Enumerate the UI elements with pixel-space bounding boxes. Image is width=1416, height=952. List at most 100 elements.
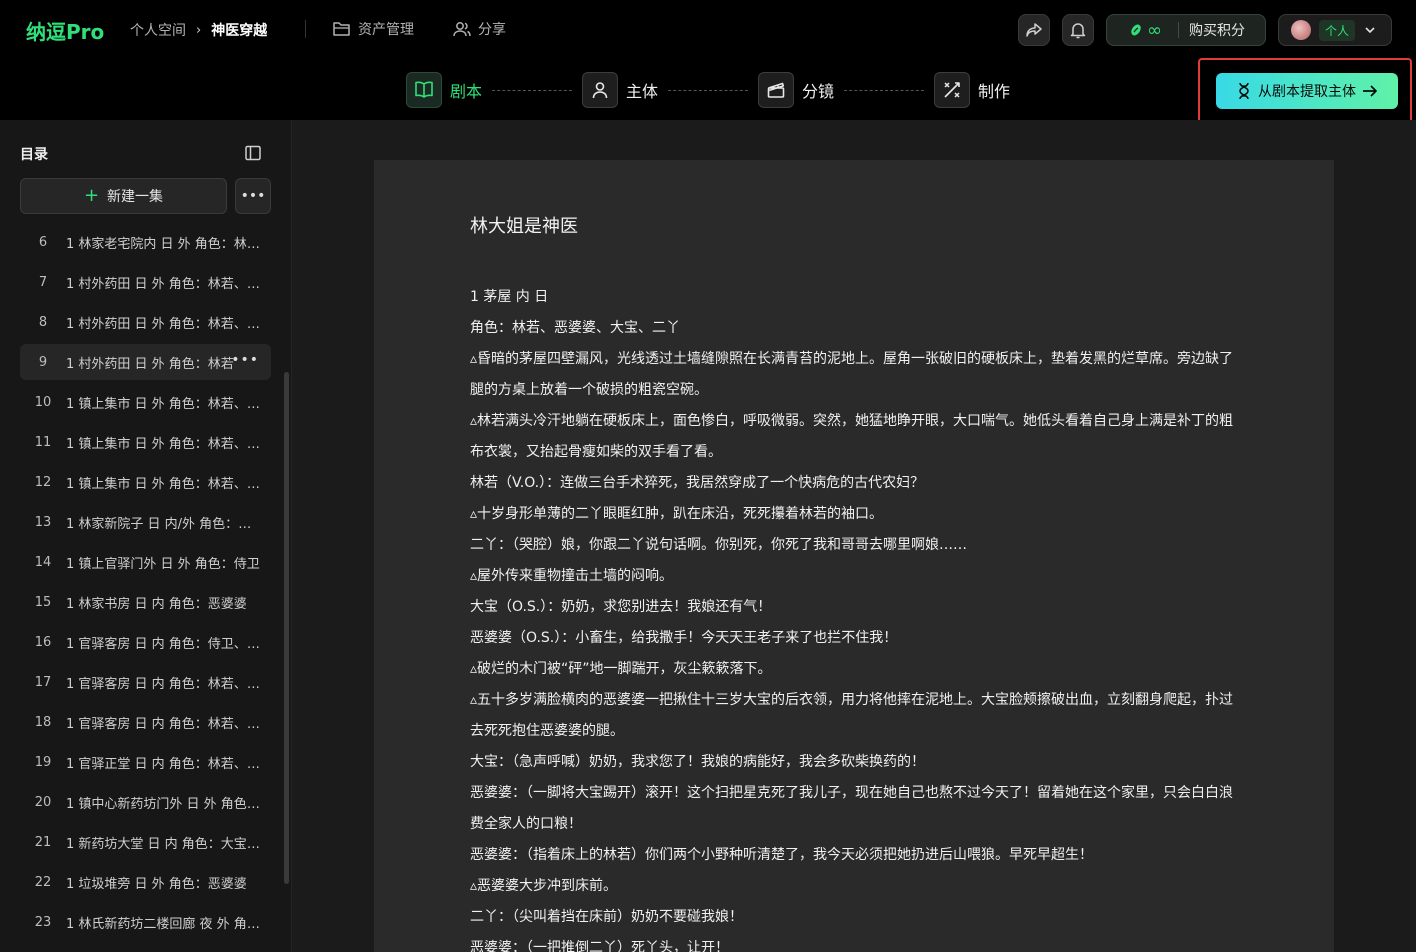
episode-number: 12 [34, 474, 52, 490]
points-balance: ∞ [1147, 19, 1162, 41]
assets-nav-button[interactable]: 资产管理 [332, 19, 414, 39]
episode-number: 6 [38, 234, 48, 250]
episode-item[interactable]: 16 1 官驿客房 日 内 角色：侍卫、林若 [20, 624, 271, 660]
script-paragraph: 角色：林若、恶婆婆、大宝、二丫 [470, 320, 680, 336]
breadcrumb-space[interactable]: 个人空间 [130, 20, 186, 40]
episode-number: 20 [34, 794, 52, 810]
more-options-button[interactable]: ••• [235, 178, 271, 214]
buy-points-button[interactable]: 购买积分 [1189, 20, 1245, 40]
share-nav-button[interactable]: 分享 [452, 19, 506, 39]
episode-item[interactable]: 11 1 镇上集市 日 外 角色：林若、二丫 [20, 424, 271, 460]
episode-number: 11 [34, 434, 52, 450]
episode-item[interactable]: 17 1 官驿客房 日 内 角色：林若、侍卫 [20, 664, 271, 700]
scrollbar[interactable] [284, 372, 289, 884]
episode-number: 15 [34, 594, 52, 610]
episode-number: 22 [34, 874, 52, 890]
sidebar-title: 目录 [20, 147, 48, 163]
episode-title: 1 村外药田 日 外 角色：林若、二丫 [66, 276, 260, 292]
episode-item[interactable]: 22 1 垃圾堆旁 日 外 角色：恶婆婆 [20, 864, 271, 900]
sidebar: 目录 + 新建一集 ••• 6 1 林家老宅院内 日 外 角色：林若、恶婆婆 7 1 … [0, 120, 292, 952]
person-icon [582, 72, 618, 108]
forward-button[interactable] [1018, 14, 1050, 46]
book-icon [406, 72, 442, 108]
breadcrumb: 个人空间 › 神医穿越 [130, 20, 267, 40]
clapperboard-icon [758, 72, 794, 108]
episode-title: 1 镇上集市 日 外 角色：林若、大宝 [66, 396, 260, 412]
breadcrumb-current: 神医穿越 [211, 23, 268, 39]
step-label: 主体 [626, 82, 659, 101]
episode-item[interactable]: 9 1 村外药田 日 外 角色：林若 ••• [20, 344, 271, 380]
avatar [1291, 20, 1311, 40]
episode-number: 13 [34, 514, 52, 530]
bean-icon [1131, 24, 1141, 36]
logo[interactable]: 纳逗Pro [26, 16, 104, 45]
script-paragraph: ▵五十多岁满脸横肉的恶婆婆一把揪住十三岁大宝的后衣领，用力将他摔在泥地上。大宝脸… [470, 692, 1234, 739]
points-widget[interactable]: ∞ 购买积分 [1106, 14, 1266, 46]
assets-nav-label: 资产管理 [358, 22, 414, 38]
episode-item[interactable]: 23 1 林氏新药坊二楼回廊 夜 外 角色：林若 [20, 904, 271, 940]
episode-title: 1 新药坊大堂 日 内 角色：大宝、二丫 [66, 836, 260, 852]
script-paragraph: 大宝：（急声呼喊）奶奶，我求您了！我娘的病能好，我会多砍柴换药的！ [470, 754, 925, 770]
new-episode-button[interactable]: + 新建一集 [20, 178, 227, 214]
script-paragraph: ▵屋外传来重物撞击土墙的闷响。 [470, 568, 674, 584]
users-icon [453, 22, 471, 37]
divider [1178, 22, 1179, 38]
divider [305, 20, 306, 38]
episode-number: 17 [34, 674, 52, 690]
chevron-right-icon: › [196, 22, 202, 38]
episode-item[interactable]: 21 1 新药坊大堂 日 内 角色：大宝、二丫 [20, 824, 271, 860]
episode-list: 6 1 林家老宅院内 日 外 角色：林若、恶婆婆 7 1 村外药田 日 外 角色：林若… [20, 224, 271, 944]
top-bar: 纳逗Pro 个人空间 › 神医穿越 资产管理 分享 ∞ 购买积分 个人 [0, 0, 1416, 60]
highlight-box: 从剧本提取主体 [1198, 58, 1412, 126]
script-paragraph: ▵林若满头冷汗地躺在硬板床上，面色惨白，呼吸微弱。突然，她猛地睁开眼，大口喘气。… [470, 413, 1234, 460]
script-paragraph: 恶婆婆：（一把推倒二丫）死丫头，让开！ [470, 940, 729, 952]
document-body[interactable]: 1 茅屋 内 日角色：林若、恶婆婆、大宝、二丫 ▵昏暗的茅屋四壁漏风，光线透过土墙… [470, 282, 1238, 952]
episode-title: 1 官驿客房 日 内 角色：侍卫、林若 [66, 636, 260, 652]
extract-subjects-button[interactable]: 从剧本提取主体 [1216, 73, 1398, 109]
episode-item[interactable]: 6 1 林家老宅院内 日 外 角色：林若、恶婆婆 [20, 224, 271, 260]
account-type-badge: 个人 [1319, 19, 1356, 41]
step-connector [492, 90, 572, 91]
episode-more-icon[interactable]: ••• [231, 352, 259, 368]
episode-number: 8 [38, 314, 48, 330]
user-menu[interactable]: 个人 [1278, 14, 1392, 46]
episode-item[interactable]: 20 1 镇中心新药坊门外 日 外 角色：林若 [20, 784, 271, 820]
episode-item[interactable]: 7 1 村外药田 日 外 角色：林若、二丫 [20, 264, 271, 300]
episode-item[interactable]: 15 1 林家书房 日 内 角色：恶婆婆 [20, 584, 271, 620]
episode-title: 1 官驿正堂 日 内 角色：林若、大人 [66, 756, 260, 772]
episode-title: 1 村外药田 日 外 角色：林若、大宝 [66, 316, 260, 332]
step-production[interactable]: 制作 [934, 72, 1010, 108]
episode-item[interactable]: 14 1 镇上官驿门外 日 外 角色：侍卫 [20, 544, 271, 580]
step-connector [844, 90, 924, 91]
chevron-down-icon [1365, 27, 1375, 34]
script-paragraph: 二丫：（尖叫着挡在床前）奶奶不要碰我娘！ [470, 909, 743, 925]
step-storyboard[interactable]: 分镜 [758, 72, 834, 108]
episode-item[interactable]: 19 1 官驿正堂 日 内 角色：林若、大人 [20, 744, 271, 780]
document-title[interactable]: 林大姐是神医 [470, 212, 1238, 238]
episode-item[interactable]: 18 1 官驿客房 日 内 角色：林若、大人 [20, 704, 271, 740]
episode-item[interactable]: 12 1 镇上集市 日 外 角色：林若、掌柜 [20, 464, 271, 500]
episode-item[interactable]: 13 1 林家新院子 日 内/外 角色：林若 [20, 504, 271, 540]
more-dots-icon: ••• [240, 188, 266, 204]
script-paragraph: 恶婆婆（O.S.）：小畜生，给我撒手！今天天王老子来了也拦不住我！ [470, 630, 898, 646]
episode-number: 18 [34, 714, 52, 730]
episode-number: 10 [34, 394, 52, 410]
episode-title: 1 官驿客房 日 内 角色：林若、侍卫 [66, 676, 260, 692]
episode-title: 1 官驿客房 日 内 角色：林若、大人 [66, 716, 260, 732]
bell-icon [1070, 23, 1086, 39]
sidebar-toggle-button[interactable] [244, 144, 262, 166]
script-paragraph: 恶婆婆：（指着床上的林若）你们两个小野种听清楚了，我今天必须把她扔进后山喂狼。早… [470, 847, 1093, 863]
step-connector [668, 90, 748, 91]
script-document[interactable]: 林大姐是神医 1 茅屋 内 日角色：林若、恶婆婆、大宝、二丫 ▵昏暗的茅屋四壁漏风… [374, 160, 1334, 952]
script-paragraph: ▵十岁身形单薄的二丫眼眶红肿，趴在床沿，死死攥着林若的袖口。 [470, 506, 884, 522]
notification-button[interactable] [1062, 14, 1094, 46]
step-label: 分镜 [802, 82, 835, 101]
episode-number: 14 [34, 554, 52, 570]
episode-item[interactable]: 8 1 村外药田 日 外 角色：林若、大宝 [20, 304, 271, 340]
step-subject[interactable]: 主体 [582, 72, 658, 108]
episode-title: 1 镇上集市 日 外 角色：林若、二丫 [66, 436, 260, 452]
step-script[interactable]: 剧本 [406, 72, 482, 108]
episode-item[interactable]: 10 1 镇上集市 日 外 角色：林若、大宝 [20, 384, 271, 420]
episode-number: 7 [38, 274, 48, 290]
episode-title: 1 垃圾堆旁 日 外 角色：恶婆婆 [66, 876, 247, 892]
